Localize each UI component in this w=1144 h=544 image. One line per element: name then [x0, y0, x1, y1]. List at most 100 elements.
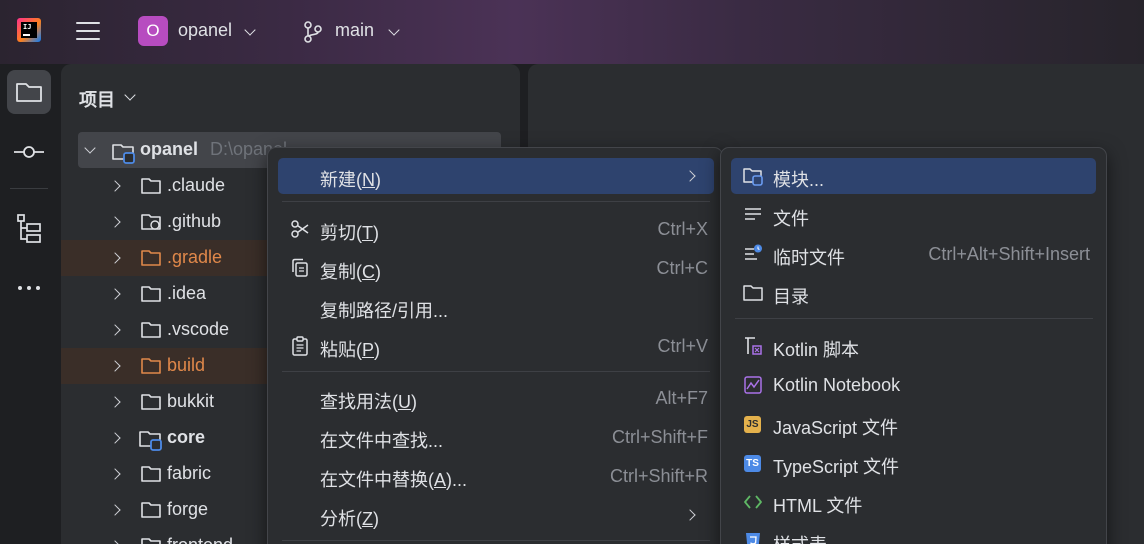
menu-item-label: 在文件中查找...	[320, 431, 444, 451]
menu-shortcut: Ctrl+C	[656, 258, 708, 278]
menu-shortcut: Alt+F7	[655, 388, 708, 408]
module-icon	[743, 168, 763, 186]
chevron-right-icon[interactable]	[109, 360, 121, 372]
menu-item-label: 临时文件	[773, 248, 845, 268]
folder-icon	[141, 394, 161, 410]
branch-icon[interactable]	[303, 20, 323, 44]
chevron-right-icon	[684, 509, 696, 521]
chevron-right-icon	[684, 170, 696, 182]
structure-icon	[17, 214, 41, 243]
folder-icon	[141, 322, 161, 338]
project-badge[interactable]: O	[138, 16, 168, 46]
menu-item-label: 复制路径/引用...	[320, 301, 449, 321]
menu-item-label: 粘贴(P)	[320, 340, 381, 360]
menu-item-label: Kotlin 脚本	[773, 340, 860, 360]
menu-item-label: TypeScript 文件	[773, 457, 900, 477]
menu-item-copy-path[interactable]: 复制路径/引用...	[278, 289, 714, 325]
tree-item-label: frontend	[167, 535, 233, 544]
menu-shortcut: Ctrl+Alt+Shift+Insert	[928, 244, 1090, 264]
context-menu: 新建(N) 剪切(T) Ctrl+X 复制(C) Ctrl+C 复制路径/引用.…	[267, 147, 723, 544]
tree-item-label: forge	[167, 499, 209, 519]
chevron-right-icon[interactable]	[109, 180, 121, 192]
more-icon	[18, 286, 40, 290]
chevron-right-icon[interactable]	[109, 324, 121, 336]
submenu-item-stylesheet[interactable]: 样式表	[731, 523, 1096, 544]
chevron-right-icon[interactable]	[109, 252, 121, 264]
chevron-right-icon[interactable]	[109, 504, 121, 516]
menu-shortcut: Ctrl+V	[657, 336, 708, 356]
copy-icon	[292, 258, 308, 277]
chevron-down-icon[interactable]	[244, 24, 256, 36]
folder-icon	[743, 285, 763, 301]
menu-item-replace-in-files[interactable]: 在文件中替换(A)... Ctrl+Shift+R	[278, 458, 714, 494]
submenu-item-html[interactable]: HTML 文件	[731, 484, 1096, 520]
scissors-icon	[291, 220, 309, 238]
excluded-folder-icon	[141, 358, 161, 374]
chevron-down-icon[interactable]	[388, 24, 400, 36]
menu-item-label: 新建(N)	[320, 170, 381, 190]
tree-item-label: .claude	[167, 175, 226, 195]
menu-separator	[735, 318, 1093, 319]
branch-name[interactable]: main	[335, 20, 374, 41]
menu-item-label: 查找用法(U)	[320, 392, 417, 412]
submenu-item-file[interactable]: 文件	[731, 197, 1096, 233]
menu-shortcut: Ctrl+Shift+R	[609, 466, 708, 486]
chevron-down-icon[interactable]	[84, 142, 96, 154]
intellij-logo-icon[interactable]: IJ	[17, 18, 41, 42]
submenu-item-scratch[interactable]: 临时文件 Ctrl+Alt+Shift+Insert	[731, 236, 1096, 272]
tree-item-label: bukkit	[167, 391, 215, 411]
scratch-file-icon	[745, 244, 762, 260]
typescript-icon: TS	[744, 455, 761, 472]
chevron-right-icon[interactable]	[109, 432, 121, 444]
chevron-right-icon[interactable]	[109, 396, 121, 408]
menu-item-label: HTML 文件	[773, 496, 863, 516]
menu-item-cut[interactable]: 剪切(T) Ctrl+X	[278, 211, 714, 247]
menu-item-copy[interactable]: 复制(C) Ctrl+C	[278, 250, 714, 286]
paste-icon	[292, 336, 308, 356]
chevron-down-icon[interactable]	[124, 89, 136, 101]
menu-separator	[282, 371, 710, 372]
submenu-item-typescript[interactable]: TS TypeScript 文件	[731, 445, 1096, 481]
menu-item-analyze[interactable]: 分析(Z)	[278, 497, 714, 533]
commit-tool-button[interactable]	[7, 130, 51, 174]
chevron-right-icon[interactable]	[109, 468, 121, 480]
menu-item-paste[interactable]: 粘贴(P) Ctrl+V	[278, 328, 714, 364]
menu-item-label: 模块...	[773, 170, 825, 190]
tree-item-label: build	[167, 355, 206, 375]
structure-tool-button[interactable]	[7, 206, 51, 250]
menu-separator	[282, 201, 710, 202]
tree-item-label: core	[167, 427, 206, 447]
menu-item-label: 剪切(T)	[320, 223, 379, 243]
project-name[interactable]: opanel	[178, 20, 232, 41]
title-bar: IJ O opanel main	[0, 0, 1144, 64]
more-tools-button[interactable]	[7, 266, 51, 310]
divider	[10, 188, 48, 189]
kotlin-script-icon	[745, 337, 762, 355]
chevron-right-icon[interactable]	[109, 288, 121, 300]
submenu-item-module[interactable]: 模块...	[731, 158, 1096, 194]
text-file-icon	[745, 208, 761, 220]
menu-item-new[interactable]: 新建(N)	[278, 158, 714, 194]
submenu-item-directory[interactable]: 目录	[731, 275, 1096, 311]
submenu-item-kotlin-notebook[interactable]: Kotlin Notebook	[731, 367, 1096, 403]
chevron-right-icon[interactable]	[109, 540, 121, 544]
submenu-item-javascript[interactable]: JS JavaScript 文件	[731, 406, 1096, 442]
folder-icon	[16, 83, 42, 102]
menu-item-label: 在文件中替换(A)...	[320, 470, 468, 490]
main-menu-icon[interactable]	[76, 20, 100, 42]
project-tool-button[interactable]	[7, 70, 51, 114]
menu-item-label: JavaScript 文件	[773, 418, 899, 438]
menu-item-find-usages[interactable]: 查找用法(U) Alt+F7	[278, 380, 714, 416]
tree-item-label: .github	[167, 211, 222, 231]
menu-item-find-in-files[interactable]: 在文件中查找... Ctrl+Shift+F	[278, 419, 714, 455]
panel-title[interactable]: 项目	[79, 86, 115, 112]
menu-item-label: 样式表	[773, 531, 827, 544]
github-folder-icon	[141, 214, 161, 230]
kotlin-notebook-icon	[744, 376, 762, 394]
chevron-right-icon[interactable]	[109, 216, 121, 228]
submenu-item-kotlin-script[interactable]: Kotlin 脚本	[731, 328, 1096, 364]
menu-item-label: 文件	[773, 209, 809, 229]
folder-icon	[141, 538, 161, 544]
excluded-folder-icon	[141, 250, 161, 266]
menu-item-label: 复制(C)	[320, 262, 381, 282]
